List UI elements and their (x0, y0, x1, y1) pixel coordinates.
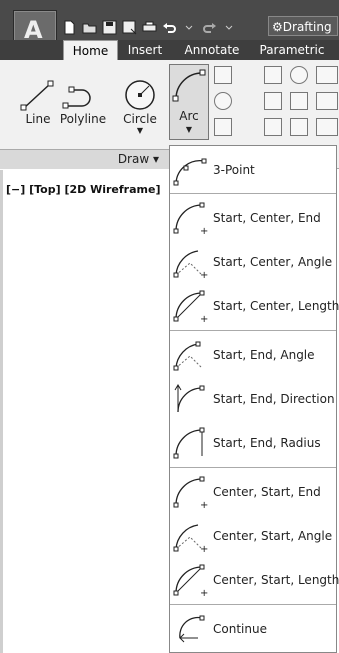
rotate-icon[interactable] (290, 66, 308, 84)
workspace-label: Drafting (282, 20, 332, 34)
arc-start-end-direction-icon (174, 384, 205, 413)
menu-item-start-center-end[interactable]: + Start, Center, End (170, 198, 336, 238)
line-tool-label: Line (25, 112, 51, 126)
undo-icon[interactable] (162, 20, 177, 35)
workspace-selector[interactable]: ⚙Drafting (268, 16, 338, 36)
svg-text:+: + (200, 500, 208, 509)
svg-text:+: + (200, 270, 208, 279)
scale-icon[interactable] (290, 118, 308, 136)
line-icon (20, 80, 54, 111)
save-icon[interactable] (102, 20, 117, 35)
menu-item-label: Start, End, Direction (213, 392, 335, 406)
menu-item-label: Center, Start, Length (213, 573, 339, 587)
chevron-down-icon[interactable] (182, 20, 197, 35)
menu-item-label: Continue (213, 622, 267, 636)
gear-icon: ⚙ (272, 20, 283, 34)
mirror-icon[interactable] (290, 92, 308, 110)
menu-item-label: Center, Start, End (213, 485, 321, 499)
svg-text:+: + (200, 544, 208, 553)
arc-start-end-radius-icon (173, 427, 205, 459)
modify-tools (214, 66, 339, 146)
menu-separator (170, 330, 336, 331)
arc-tool-button[interactable]: Arc ▼ (169, 64, 209, 140)
arc-tool-label: Arc (179, 109, 199, 123)
circle-icon (125, 80, 155, 110)
menu-separator (170, 467, 336, 468)
new-file-icon[interactable] (62, 20, 77, 35)
arc-center-start-end-icon: + (173, 476, 208, 509)
menu-item-center-start-length[interactable]: + Center, Start, Length (170, 560, 339, 600)
chevron-down-icon[interactable] (222, 20, 237, 35)
menu-item-label: 3-Point (213, 163, 255, 177)
chevron-down-icon[interactable]: ▼ (170, 125, 208, 134)
tab-insert[interactable]: Insert (120, 40, 170, 60)
line-tool-button[interactable]: Line (18, 78, 58, 126)
chevron-down-icon[interactable]: ▼ (120, 126, 160, 135)
circle-tool-label: Circle (123, 112, 157, 126)
arc-start-end-angle-icon (173, 341, 203, 371)
arc-center-start-angle-icon: + (173, 524, 208, 553)
arc-dropdown-menu: 3-Point + Start, Center, End + Start, Ce… (169, 145, 339, 653)
array-icon[interactable] (316, 118, 338, 136)
menu-item-start-center-length[interactable]: + Start, Center, Length (170, 286, 339, 326)
menu-item-label: Start, End, Radius (213, 436, 321, 450)
open-file-icon[interactable] (82, 20, 97, 35)
draw-panel-label: Draw ▾ (117, 152, 159, 166)
svg-text:+: + (200, 314, 208, 323)
menu-item-center-start-end[interactable]: + Center, Start, End (170, 472, 336, 512)
polyline-icon (62, 86, 91, 109)
menu-item-start-center-angle[interactable]: + Start, Center, Angle (170, 242, 336, 282)
move-icon[interactable] (264, 66, 282, 84)
menu-item-continue[interactable]: Continue (170, 609, 336, 649)
hatch-icon[interactable] (214, 118, 232, 136)
ellipse-icon[interactable] (214, 92, 232, 110)
polyline-tool-button[interactable]: Polyline (58, 78, 108, 126)
drawing-viewport[interactable] (0, 170, 170, 653)
save-as-icon[interactable] (122, 20, 137, 35)
tab-home[interactable]: Home (63, 40, 118, 60)
menu-item-start-end-direction[interactable]: Start, End, Direction (170, 379, 336, 419)
arc-start-center-angle-icon: + (173, 250, 208, 279)
fillet-icon[interactable] (316, 92, 338, 110)
ribbon-tab-row: Home Insert Annotate Parametric (0, 40, 339, 60)
menu-item-start-end-radius[interactable]: Start, End, Radius (170, 423, 336, 463)
menu-separator (170, 604, 336, 605)
menu-item-label: Start, Center, Angle (213, 255, 333, 269)
tab-parametric[interactable]: Parametric (252, 40, 332, 60)
circle-tool-button[interactable]: Circle ▼ (120, 78, 160, 135)
svg-text:+: + (200, 226, 208, 235)
arc-continue-icon (179, 615, 205, 643)
menu-item-label: Center, Start, Angle (213, 529, 333, 543)
trim-icon[interactable] (316, 66, 338, 84)
arc-3-point-icon (173, 158, 207, 186)
menu-item-label: Start, Center, End (213, 211, 321, 225)
menu-separator (170, 193, 336, 194)
arc-start-center-length-icon: + (173, 290, 208, 323)
arc-icon (172, 69, 206, 102)
menu-item-3-point[interactable]: 3-Point (170, 150, 336, 190)
menu-item-label: Start, Center, Length (213, 299, 339, 313)
rectangle-icon[interactable] (214, 66, 232, 84)
arc-start-center-end-icon: + (173, 202, 208, 235)
plot-icon[interactable] (142, 20, 157, 35)
svg-text:+: + (200, 588, 208, 597)
redo-icon[interactable] (202, 20, 217, 35)
draw-panel-title[interactable]: Draw ▾ (0, 149, 169, 169)
viewport-controls-label[interactable]: [−] [Top] [2D Wireframe] (6, 183, 160, 196)
polyline-tool-label: Polyline (59, 112, 107, 126)
tab-annotate[interactable]: Annotate (174, 40, 250, 60)
viewport-edge (0, 170, 3, 653)
quick-access-toolbar (62, 16, 242, 38)
menu-item-label: Start, End, Angle (213, 348, 315, 362)
menu-item-start-end-angle[interactable]: Start, End, Angle (170, 335, 336, 375)
copy-icon[interactable] (264, 92, 282, 110)
arc-center-start-length-icon: + (173, 564, 208, 597)
menu-item-center-start-angle[interactable]: + Center, Start, Angle (170, 516, 336, 556)
stretch-icon[interactable] (264, 118, 282, 136)
